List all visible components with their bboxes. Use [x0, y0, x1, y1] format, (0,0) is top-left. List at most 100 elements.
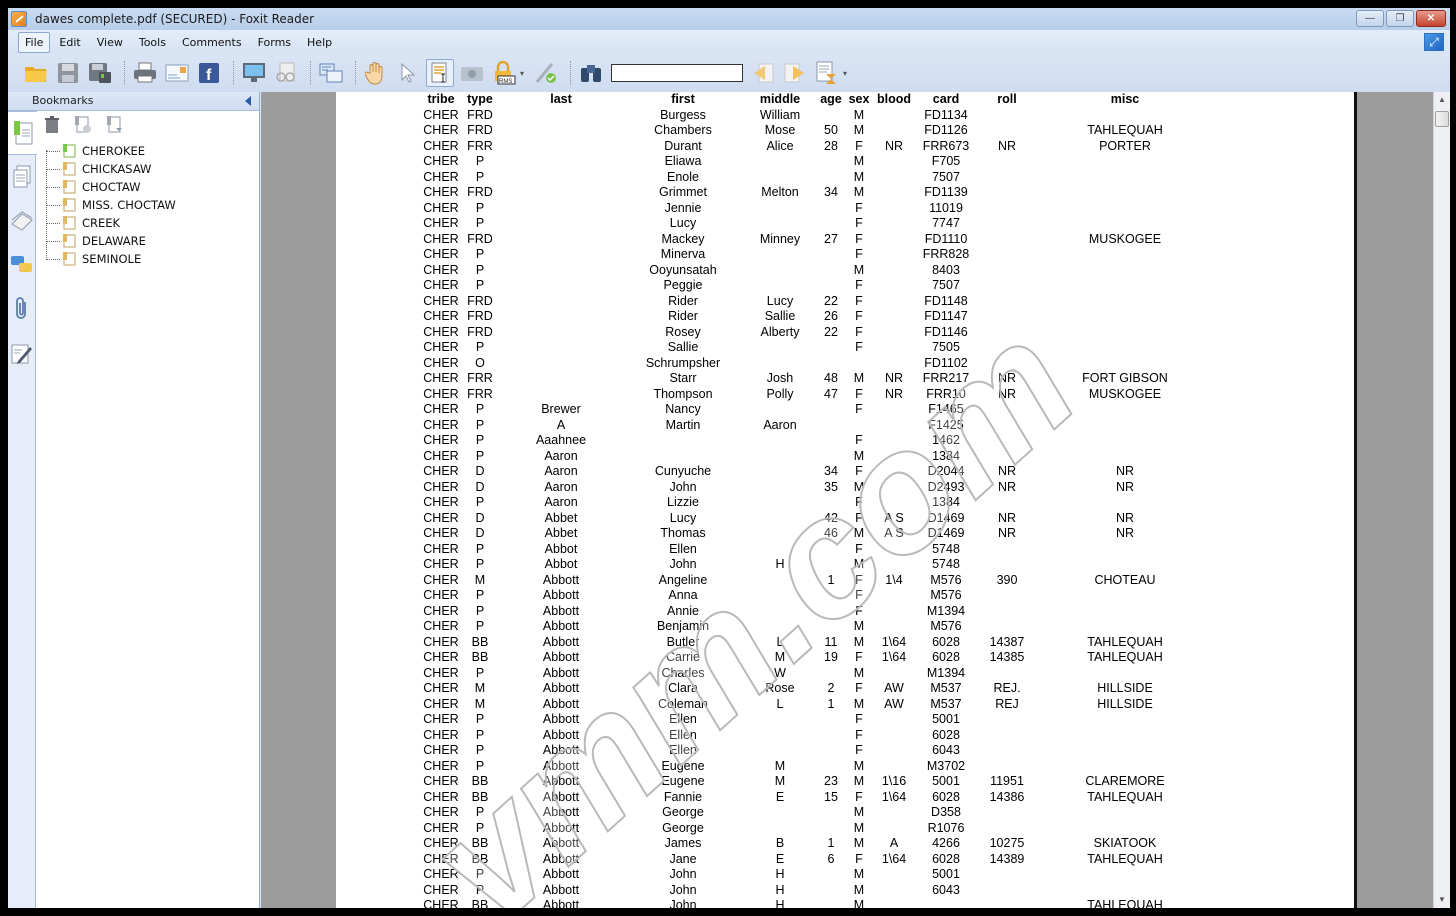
search-dropdown-icon[interactable]: ▾ — [843, 69, 851, 78]
cell-card: 7507 — [932, 169, 960, 184]
sign-button[interactable] — [532, 59, 560, 87]
cell-first: Rider — [668, 293, 698, 308]
facebook-button[interactable]: f — [195, 59, 223, 87]
table-row: CHER M Abbott Clara Rose 2 F AW M537 REJ. HILLSIDE — [422, 681, 1212, 697]
cell-misc: TAHLEQUAH — [1087, 634, 1163, 649]
cell-roll — [976, 666, 1038, 682]
reading-mode-button[interactable] — [272, 59, 300, 87]
scroll-down-icon[interactable]: ▼ — [1434, 892, 1450, 908]
cell-sex: F — [855, 324, 863, 339]
select-text-button[interactable] — [426, 59, 454, 87]
cell-tribe: CHER — [423, 541, 459, 556]
column-header-misc: misc — [1110, 92, 1140, 106]
scroll-thumb[interactable] — [1435, 111, 1449, 127]
tab-layers[interactable] — [8, 199, 36, 243]
cell-middle — [744, 526, 816, 542]
rms-dropdown-icon[interactable]: ▾ — [520, 69, 528, 78]
select-button[interactable] — [394, 59, 422, 87]
cell-tribe: CHER — [423, 309, 459, 323]
cell-blood: NR — [884, 386, 904, 401]
full-screen-button[interactable]: ⤢ — [1424, 33, 1444, 51]
bookmark-cherokee[interactable]: CHEROKEE — [46, 142, 176, 160]
cell-sex: M — [853, 619, 865, 633]
rms-button[interactable]: RMS — [490, 59, 518, 87]
vertical-scrollbar[interactable]: ▲ ▼ — [1433, 92, 1450, 908]
cell-misc — [1038, 805, 1212, 821]
table-row: CHER P Abbott John H M 6043 — [422, 883, 1212, 899]
open-button[interactable] — [22, 59, 50, 87]
cell-middle — [744, 511, 816, 527]
close-button[interactable]: ✕ — [1416, 10, 1446, 27]
snapshot-button[interactable] — [458, 59, 486, 87]
collapse-pane-icon[interactable] — [245, 96, 251, 106]
bookmark-choctaw[interactable]: CHOCTAW — [46, 178, 176, 196]
cell-first: John — [669, 867, 697, 881]
tab-attachments[interactable] — [8, 287, 36, 331]
cell-card: R1076 — [927, 820, 965, 835]
toolbar-separator — [355, 61, 356, 85]
find-next-button[interactable] — [781, 59, 809, 87]
cell-roll — [976, 263, 1038, 279]
column-header-card: card — [932, 92, 960, 106]
bookmark-seminole[interactable]: SEMINOLE — [46, 250, 176, 268]
minimize-button[interactable]: — — [1356, 10, 1384, 27]
cell-misc — [1038, 263, 1212, 279]
bookmark-properties-icon[interactable] — [106, 116, 124, 134]
bookmark-delaware[interactable]: DELAWARE — [46, 232, 176, 250]
menu-edit[interactable]: Edit — [52, 32, 87, 53]
cell-first — [622, 449, 744, 465]
menu-file[interactable]: File — [18, 31, 51, 53]
search-filter-button[interactable] — [813, 59, 841, 87]
find-input[interactable] — [611, 64, 743, 82]
menu-comments[interactable]: Comments — [175, 32, 249, 53]
cell-type: P — [475, 448, 485, 463]
cell-type: P — [475, 588, 485, 602]
tab-comments[interactable] — [8, 243, 36, 287]
find-button[interactable] — [577, 59, 605, 87]
cell-card: 8403 — [932, 262, 960, 277]
cell-card: 6028 — [932, 727, 960, 742]
cell-sex: M — [853, 371, 865, 385]
cell-sex: F — [855, 386, 863, 401]
bookmark-chickasaw[interactable]: CHICKASAW — [46, 160, 176, 178]
delete-bookmark-icon[interactable] — [44, 116, 60, 134]
table-row: CHER P Abbott Eugene M M M3702 — [422, 759, 1212, 775]
scroll-up-icon[interactable]: ▲ — [1434, 92, 1450, 108]
cell-sex: M — [853, 820, 865, 835]
cell-blood — [872, 356, 916, 372]
tab-signatures[interactable] — [8, 331, 36, 375]
email-button[interactable] — [163, 59, 191, 87]
presentation-button[interactable] — [240, 59, 268, 87]
tab-pages[interactable] — [8, 155, 36, 199]
save-as-button[interactable] — [86, 59, 114, 87]
menu-view[interactable]: View — [90, 32, 130, 53]
cell-type: P — [475, 743, 485, 757]
cell-blood: 1\64 — [881, 789, 907, 804]
menu-forms[interactable]: Forms — [251, 32, 298, 53]
save-button[interactable] — [54, 59, 82, 87]
table-row: CHER P Peggie F 7507 — [422, 278, 1212, 294]
cell-misc — [1038, 340, 1212, 356]
cell-last: Aaron — [544, 448, 578, 463]
menu-tools[interactable]: Tools — [132, 32, 173, 53]
bookmark-miss-choctaw[interactable]: MISS. CHOCTAW — [46, 196, 176, 214]
convert-button[interactable] — [317, 59, 345, 87]
add-bookmark-icon[interactable] — [74, 116, 92, 134]
cell-type: FRD — [467, 123, 493, 137]
document-view[interactable]: tribe type last first middle age sex blood card r… — [261, 92, 1433, 908]
cell-sex: F — [855, 743, 863, 757]
hand-tool-button[interactable] — [362, 59, 390, 87]
column-header-last: last — [550, 92, 572, 106]
cell-roll — [976, 495, 1038, 511]
find-previous-button[interactable] — [749, 59, 777, 87]
cell-card: FD1134 — [924, 107, 968, 122]
cell-type: P — [475, 619, 485, 633]
restore-button[interactable]: ❐ — [1386, 10, 1414, 27]
menu-help[interactable]: Help — [300, 32, 339, 53]
print-button[interactable] — [131, 59, 159, 87]
cell-roll — [976, 712, 1038, 728]
bookmark-creek[interactable]: CREEK — [46, 214, 176, 232]
cell-tribe: CHER — [423, 324, 459, 339]
tab-bookmarks[interactable] — [8, 111, 37, 155]
table-row: CHER P Abbott Charles W M M1394 — [422, 666, 1212, 682]
